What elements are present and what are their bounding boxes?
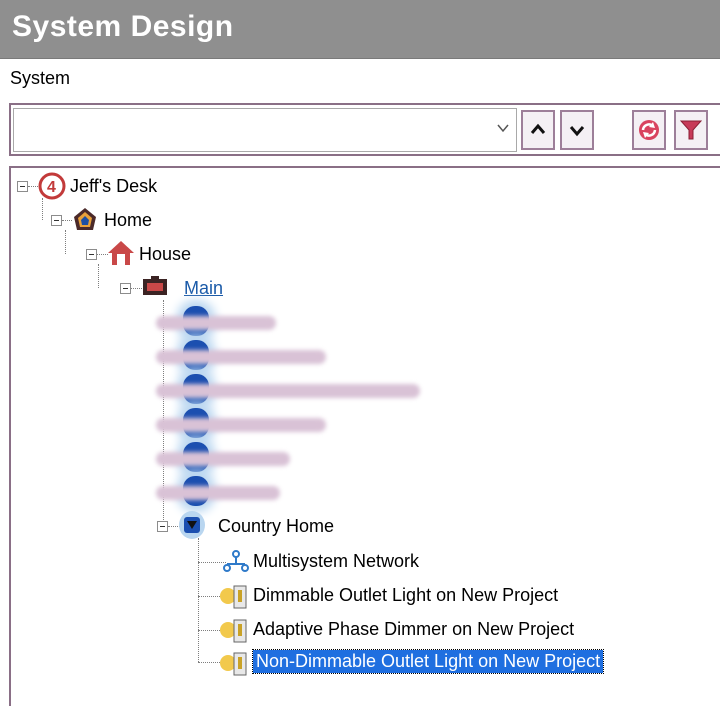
tree-node-root[interactable]: Jeff's Desk — [70, 176, 157, 197]
window-title: System Design — [12, 10, 234, 43]
filter-button[interactable] — [674, 110, 708, 150]
blurred-label — [156, 486, 280, 500]
refresh-button[interactable] — [632, 110, 666, 150]
room-icon — [143, 276, 167, 295]
chevron-down-icon — [497, 124, 509, 133]
house-icon — [108, 241, 134, 265]
blurred-label — [156, 418, 326, 432]
site-icon: 4 — [38, 172, 66, 200]
move-up-button[interactable] — [521, 110, 555, 150]
tree-connector — [42, 198, 43, 220]
system-dropdown[interactable] — [13, 108, 517, 152]
move-down-button[interactable] — [560, 110, 594, 150]
tree-node-dimmable-outlet[interactable]: Dimmable Outlet Light on New Project — [253, 585, 558, 606]
blurred-label — [156, 384, 420, 398]
title-bar: System Design — [0, 0, 720, 59]
collapse-toggle[interactable] — [86, 249, 97, 260]
room-icon — [179, 511, 205, 539]
tree-node-main[interactable]: Main — [184, 278, 223, 299]
network-icon — [223, 550, 249, 572]
light-switch-icon — [220, 585, 247, 609]
tree-connector — [98, 264, 99, 288]
collapse-toggle[interactable] — [120, 283, 131, 294]
arrow-down-icon — [569, 126, 585, 137]
tree-node-country-home[interactable]: Country Home — [218, 516, 334, 537]
refresh-icon — [639, 120, 659, 140]
light-switch-icon — [220, 619, 247, 643]
tree-connector — [65, 230, 66, 254]
light-switch-icon — [220, 652, 247, 676]
collapse-toggle[interactable] — [157, 521, 168, 532]
tree-node-home[interactable]: Home — [104, 210, 152, 231]
tree-node-house[interactable]: House — [139, 244, 191, 265]
tree-node-non-dimmable-outlet[interactable]: Non-Dimmable Outlet Light on New Project — [251, 649, 605, 674]
blurred-label — [156, 316, 276, 330]
tree-node-multisystem-network[interactable]: Multisystem Network — [253, 551, 419, 572]
collapse-toggle[interactable] — [51, 215, 62, 226]
blurred-label — [156, 350, 326, 364]
tree-connector — [28, 186, 38, 187]
svg-text:4: 4 — [47, 179, 56, 196]
system-label: System — [10, 68, 71, 88]
filter-icon — [679, 120, 703, 140]
blurred-label — [156, 452, 290, 466]
home-icon — [74, 208, 96, 230]
arrow-up-icon — [530, 123, 546, 134]
tree-node-adaptive-phase-dimmer[interactable]: Adaptive Phase Dimmer on New Project — [253, 619, 574, 640]
tree-connector — [198, 538, 199, 662]
collapse-toggle[interactable] — [17, 181, 28, 192]
